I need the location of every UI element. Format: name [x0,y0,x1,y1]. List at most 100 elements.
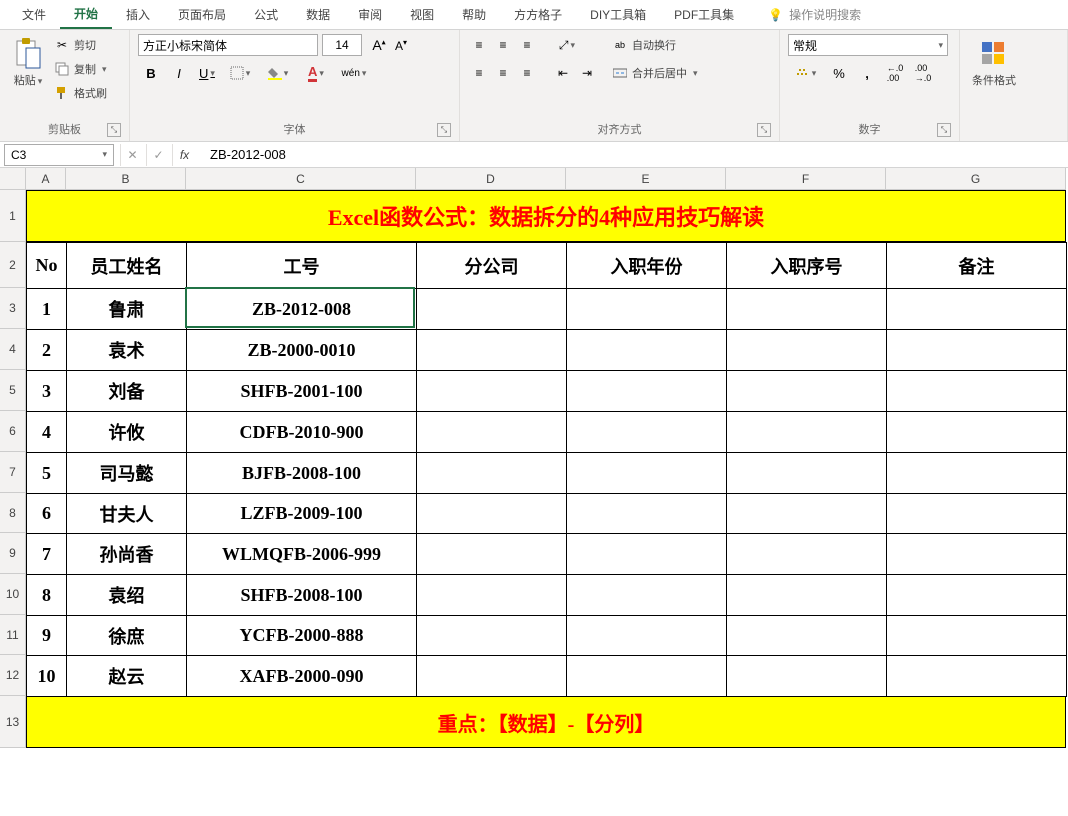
name-box[interactable]: C3 ▾ [4,144,114,166]
accounting-button[interactable]: ▾ [788,62,824,84]
wrap-text-button[interactable]: ab 自动换行 [612,34,698,56]
data-cell[interactable] [567,453,727,494]
data-cell[interactable]: 袁术 [67,330,187,371]
data-cell[interactable] [887,453,1067,494]
footer-cell[interactable]: 重点：【数据】-【分列】 [26,696,1066,748]
header-cell[interactable]: No [27,243,67,289]
tab-审阅[interactable]: 审阅 [344,0,396,29]
tab-方方格子[interactable]: 方方格子 [500,0,576,29]
row-header-2[interactable]: 2 [0,242,26,288]
data-cell[interactable] [417,371,567,412]
tab-公式[interactable]: 公式 [240,0,292,29]
data-cell[interactable]: WLMQFB-2006-999 [187,534,417,575]
align-top-button[interactable]: ≡ [468,34,490,56]
data-cell[interactable] [567,656,727,697]
increase-decimal-button[interactable]: ←.0.00 [882,62,908,84]
data-cell[interactable]: 许攸 [67,412,187,453]
tab-插入[interactable]: 插入 [112,0,164,29]
col-header-G[interactable]: G [886,168,1066,190]
data-cell[interactable] [567,534,727,575]
align-left-button[interactable]: ≡ [468,62,490,84]
fill-color-button[interactable]: ▾ [260,62,296,84]
row-header-5[interactable]: 5 [0,370,26,411]
data-cell[interactable] [727,371,887,412]
data-cell[interactable]: 3 [27,371,67,412]
data-cell[interactable]: ZB-2000-0010 [187,330,417,371]
data-cell[interactable] [887,575,1067,616]
data-cell[interactable]: 5 [27,453,67,494]
tab-视图[interactable]: 视图 [396,0,448,29]
row-header-7[interactable]: 7 [0,452,26,493]
data-cell[interactable] [417,453,567,494]
data-cell[interactable]: 1 [27,289,67,330]
row-header-4[interactable]: 4 [0,329,26,370]
col-header-D[interactable]: D [416,168,566,190]
data-cell[interactable] [567,371,727,412]
data-cell[interactable] [727,534,887,575]
increase-indent-button[interactable]: ⇥ [576,62,598,84]
data-cell[interactable] [727,453,887,494]
data-cell[interactable] [727,289,887,330]
data-cell[interactable] [417,575,567,616]
data-cell[interactable] [567,616,727,656]
select-all-corner[interactable] [0,168,26,190]
data-cell[interactable]: 2 [27,330,67,371]
row-header-9[interactable]: 9 [0,533,26,574]
data-cell[interactable] [417,616,567,656]
data-cell[interactable]: SHFB-2008-100 [187,575,417,616]
data-cell[interactable]: 鲁肃 [67,289,187,330]
data-cell[interactable] [417,656,567,697]
bold-button[interactable]: B [138,62,164,84]
data-cell[interactable] [887,616,1067,656]
orientation-button[interactable]: ⤢▾ [552,34,582,56]
data-cell[interactable]: YCFB-2000-888 [187,616,417,656]
col-header-F[interactable]: F [726,168,886,190]
data-cell[interactable] [417,494,567,534]
header-cell[interactable]: 工号 [187,243,417,289]
align-bottom-button[interactable]: ≡ [516,34,538,56]
data-cell[interactable] [567,289,727,330]
align-middle-button[interactable]: ≡ [492,34,514,56]
phonetic-button[interactable]: wén▾ [336,62,372,84]
data-cell[interactable] [887,289,1067,330]
data-cell[interactable]: 4 [27,412,67,453]
paste-button[interactable]: 粘贴▾ [8,34,48,92]
data-cell[interactable] [887,412,1067,453]
data-cell[interactable]: 6 [27,494,67,534]
data-cell[interactable]: LZFB-2009-100 [187,494,417,534]
row-header-10[interactable]: 10 [0,574,26,615]
data-cell[interactable]: XAFB-2000-090 [187,656,417,697]
col-header-C[interactable]: C [186,168,416,190]
increase-font-button[interactable]: A▴ [368,37,390,53]
tab-PDF工具集[interactable]: PDF工具集 [660,0,748,29]
header-cell[interactable]: 员工姓名 [67,243,187,289]
data-cell[interactable] [417,534,567,575]
data-cell[interactable] [887,656,1067,697]
header-cell[interactable]: 入职序号 [727,243,887,289]
data-cell[interactable]: 10 [27,656,67,697]
decrease-indent-button[interactable]: ⇤ [552,62,574,84]
row-header-13[interactable]: 13 [0,696,26,748]
data-cell[interactable] [727,656,887,697]
underline-button[interactable]: U▾ [194,62,220,84]
tab-DIY工具箱[interactable]: DIY工具箱 [576,0,660,29]
tab-文件[interactable]: 文件 [8,0,60,29]
data-cell[interactable] [727,330,887,371]
font-name-select[interactable] [138,34,318,56]
data-cell[interactable]: SHFB-2001-100 [187,371,417,412]
title-cell[interactable]: Excel函数公式：数据拆分的4种应用技巧解读 [26,190,1066,242]
data-cell[interactable]: ZB-2012-008 [187,289,417,330]
align-launcher[interactable]: ⤡ [757,123,771,137]
font-color-button[interactable]: A▾ [298,62,334,84]
comma-button[interactable]: , [854,62,880,84]
data-cell[interactable] [887,534,1067,575]
formula-input[interactable] [202,144,1068,166]
data-cell[interactable]: BJFB-2008-100 [187,453,417,494]
data-cell[interactable] [887,371,1067,412]
align-center-button[interactable]: ≡ [492,62,514,84]
col-header-A[interactable]: A [26,168,66,190]
tab-数据[interactable]: 数据 [292,0,344,29]
data-cell[interactable]: 9 [27,616,67,656]
format-painter-button[interactable]: 格式刷 [54,82,107,104]
font-launcher[interactable]: ⤡ [437,123,451,137]
